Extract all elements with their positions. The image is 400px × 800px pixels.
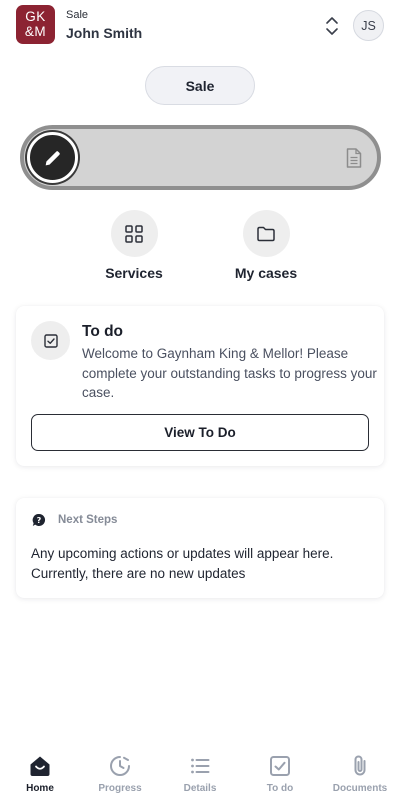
case-switcher-button[interactable] [322, 14, 342, 38]
document-icon [346, 148, 362, 168]
grid-icon [125, 224, 143, 243]
folder-icon [257, 226, 275, 241]
nav-home-label: Home [26, 783, 54, 794]
next-steps-title: Next Steps [58, 514, 118, 526]
action-slider[interactable] [20, 125, 381, 190]
nav-todo-label: To do [266, 783, 294, 794]
case-selector-pill[interactable]: Sale [145, 66, 255, 105]
user-avatar[interactable]: JS [353, 10, 384, 41]
checkbox-icon [270, 756, 290, 776]
chat-bubble-icon: ? [32, 513, 46, 526]
client-name: John Smith [66, 25, 143, 41]
services-button[interactable]: Services [84, 210, 184, 281]
chevron-up-down-icon [326, 17, 338, 35]
nav-documents-label: Documents [332, 783, 388, 794]
todo-title: To do [82, 323, 124, 340]
case-type-label: Sale [66, 9, 89, 21]
view-todo-button[interactable]: View To Do [31, 414, 369, 451]
nav-details[interactable]: Details [160, 754, 240, 794]
services-icon-circle [110, 210, 158, 257]
my-cases-label: My cases [234, 265, 298, 281]
slider-knob[interactable] [27, 132, 78, 183]
todo-card: To do Welcome to Gaynham King & Mellor! … [16, 306, 384, 466]
home-screen: GK &M Sale John Smith JS Sale Services M… [0, 0, 400, 800]
paperclip-icon [354, 755, 366, 776]
next-steps-text: Any upcoming actions or updates will app… [31, 546, 334, 581]
checkbox-icon [43, 333, 58, 348]
logo-top-text: GK [25, 8, 46, 24]
list-icon [191, 758, 210, 774]
company-logo: GK &M [16, 5, 55, 44]
nav-progress-label: Progress [98, 783, 142, 794]
nav-todo[interactable]: To do [240, 754, 320, 794]
bottom-navigation: Home Progress Details To do Documents [0, 748, 400, 800]
my-cases-button[interactable]: My cases [216, 210, 316, 281]
my-cases-icon-circle [242, 210, 290, 257]
services-label: Services [105, 265, 163, 281]
app-header: GK &M Sale John Smith JS [0, 0, 400, 52]
logo-bottom-text: &M [24, 23, 47, 39]
nav-details-label: Details [183, 783, 217, 794]
todo-icon-circle [31, 321, 70, 360]
next-steps-card: ? Next Steps Any upcoming actions or upd… [16, 498, 384, 598]
svg-text:?: ? [37, 516, 42, 525]
clock-icon [110, 756, 130, 776]
nav-progress[interactable]: Progress [80, 754, 160, 794]
pencil-icon [45, 150, 60, 165]
home-icon [30, 756, 50, 776]
todo-description: Welcome to Gaynham King & Mellor! Please… [82, 346, 377, 400]
nav-home[interactable]: Home [0, 754, 80, 794]
nav-documents[interactable]: Documents [320, 754, 400, 794]
